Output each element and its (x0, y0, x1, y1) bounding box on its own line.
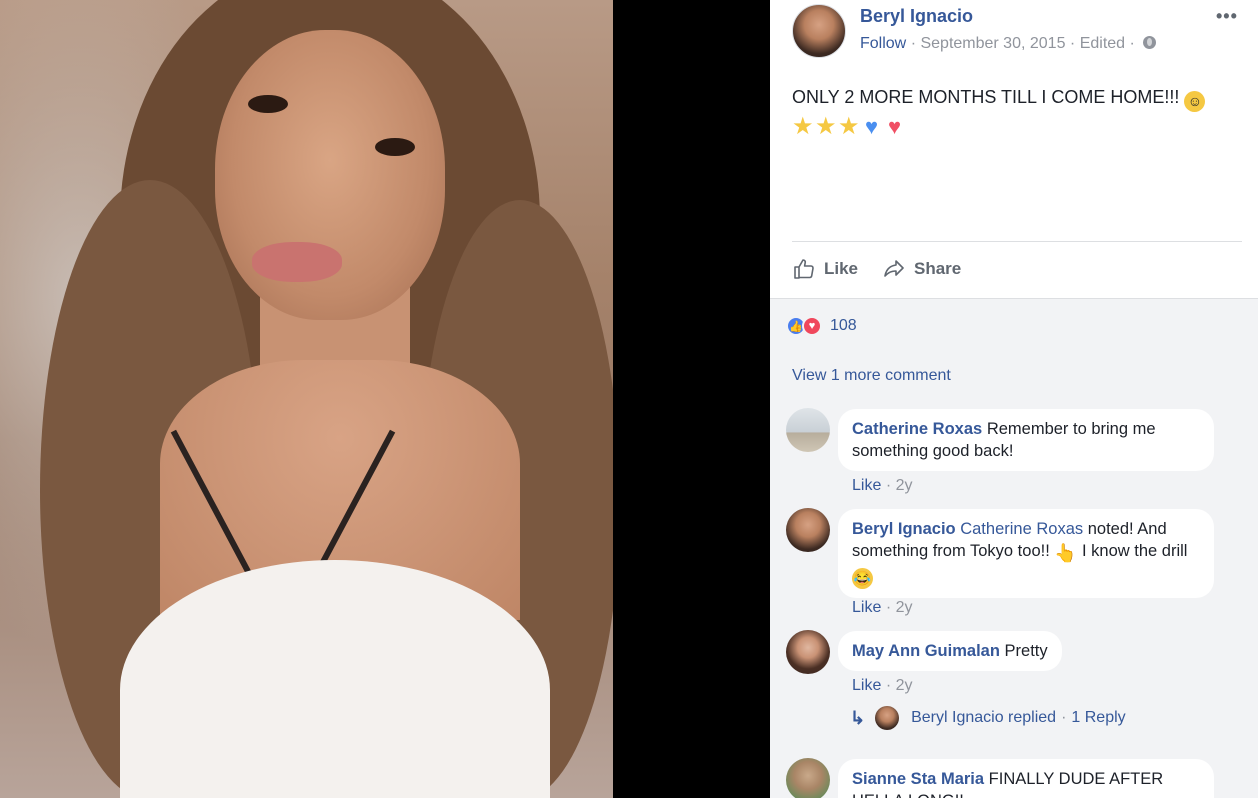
post-divider (792, 241, 1242, 242)
share-button[interactable]: Share (882, 257, 961, 281)
comment-author[interactable]: May Ann Guimalan (852, 642, 1000, 660)
comment-avatar[interactable] (786, 408, 830, 452)
red-heart-emoji-icon: ♥ (887, 114, 902, 139)
view-more-comments-link[interactable]: View 1 more comment (792, 367, 951, 385)
photo-gutter (613, 0, 731, 798)
share-label: Share (914, 259, 962, 278)
comment-actions: Like · 2y (852, 599, 913, 616)
follow-link[interactable]: Follow (860, 35, 906, 52)
comment-age[interactable]: 2y (896, 677, 913, 694)
comment-age[interactable]: 2y (896, 477, 913, 494)
replies-summary[interactable]: ↳ Beryl Ignacio replied · 1 Reply (850, 706, 1126, 730)
post-details-pane: Beryl Ignacio Follow · September 30, 201… (770, 0, 1258, 798)
comment-author[interactable]: Catherine Roxas (852, 420, 982, 438)
comment-avatar[interactable] (786, 508, 830, 552)
post-text: ONLY 2 MORE MONTHS TILL I COME HOME!!! ☺… (792, 84, 1242, 140)
author-avatar[interactable] (792, 4, 846, 58)
laughing-face-emoji-icon: 😂 (852, 568, 873, 589)
star-emoji-icon: ★ (792, 113, 814, 140)
pointing-hand-emoji-icon: 👆 (1054, 543, 1077, 563)
comment-avatar[interactable] (786, 630, 830, 674)
reply-avatar (875, 706, 900, 730)
comment-avatar[interactable] (786, 758, 830, 798)
post-date[interactable]: September 30, 2015 (920, 35, 1065, 52)
comment-bubble: Sianne Sta Maria FINALLY DUDE AFTER HELL… (838, 759, 1214, 798)
star-emoji-icon: ★ (815, 113, 837, 140)
like-label: Like (824, 259, 859, 278)
edited-label[interactable]: Edited (1080, 35, 1125, 52)
comment-like-link[interactable]: Like (852, 477, 881, 494)
more-options-icon[interactable]: ••• (1216, 6, 1238, 27)
viewer-divider (731, 0, 770, 798)
reply-count[interactable]: 1 Reply (1071, 709, 1125, 727)
reply-arrow-icon: ↳ (850, 707, 866, 728)
comment-text: Pretty (1004, 642, 1048, 660)
comment-author[interactable]: Sianne Sta Maria (852, 770, 984, 788)
share-arrow-icon (884, 260, 904, 277)
thumbs-up-icon (794, 259, 814, 279)
comment-author[interactable]: Beryl Ignacio (852, 520, 956, 538)
comment-bubble: Catherine Roxas Remember to bring me som… (838, 409, 1214, 471)
comment-actions: Like · 2y (852, 677, 913, 694)
author-name[interactable]: Beryl Ignacio (860, 6, 973, 27)
reactions-summary[interactable]: 👍 ♥ 108 (786, 316, 857, 336)
comment-bubble: Beryl Ignacio Catherine Roxas noted! And… (838, 509, 1214, 598)
comment-text: I know the drill (1081, 542, 1188, 560)
blue-heart-emoji-icon: ♥ (864, 114, 879, 139)
photo-viewer: Beryl Ignacio Follow · September 30, 201… (0, 0, 1258, 798)
comment-like-link[interactable]: Like (852, 677, 881, 694)
smiling-face-emoji-icon: ☺ (1184, 91, 1206, 112)
comment-bubble: May Ann Guimalan Pretty (838, 631, 1062, 671)
globe-icon[interactable] (1143, 36, 1157, 49)
like-button[interactable]: Like (792, 257, 858, 281)
love-reaction-icon: ♥ (802, 316, 822, 336)
star-emoji-icon: ★ (838, 113, 860, 140)
comment-like-link[interactable]: Like (852, 599, 881, 616)
comment-age[interactable]: 2y (896, 599, 913, 616)
post-meta: Follow · September 30, 2015 · Edited · (860, 35, 1157, 53)
post-text-body: ONLY 2 MORE MONTHS TILL I COME HOME!!! (792, 87, 1180, 107)
replied-by[interactable]: Beryl Ignacio replied (911, 709, 1056, 727)
reaction-count[interactable]: 108 (830, 317, 857, 335)
post-header-area: Beryl Ignacio Follow · September 30, 201… (770, 0, 1258, 298)
comment-mention[interactable]: Catherine Roxas (960, 520, 1083, 538)
comment-actions: Like · 2y (852, 477, 913, 494)
post-photo[interactable] (0, 0, 613, 798)
